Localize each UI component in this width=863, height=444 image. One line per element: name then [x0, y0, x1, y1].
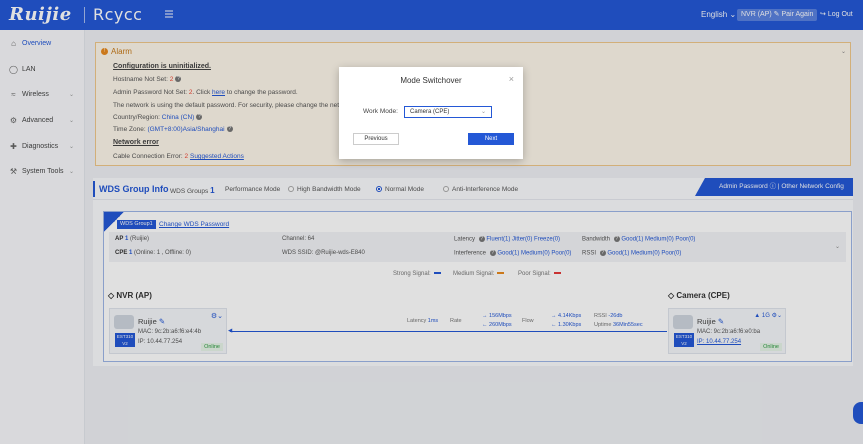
chevron-down-icon: ⌄	[480, 109, 486, 115]
work-mode-label: Work Mode:	[363, 108, 398, 115]
next-button[interactable]: Next	[468, 133, 514, 145]
previous-button[interactable]: Previous	[353, 133, 399, 145]
dialog-title: Mode Switchover	[400, 76, 462, 85]
work-mode-select[interactable]: Camera (CPE) ⌄	[404, 106, 492, 118]
mode-switchover-dialog: Mode Switchover × Work Mode: Camera (CPE…	[339, 67, 523, 159]
close-icon[interactable]: ×	[509, 74, 514, 84]
